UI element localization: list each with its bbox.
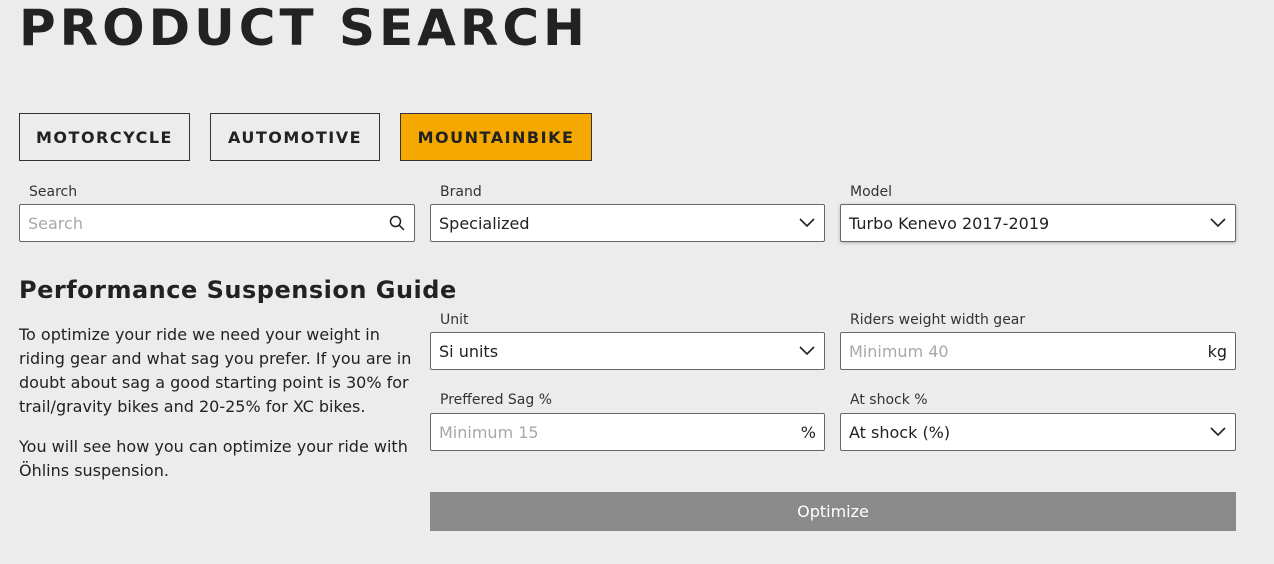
weight-unit-suffix: kg: [1207, 341, 1227, 361]
search-input[interactable]: Search: [28, 214, 388, 233]
model-value: Turbo Kenevo 2017-2019: [849, 213, 1050, 233]
sag-input[interactable]: Minimum 15: [439, 423, 801, 442]
chevron-down-icon: [1209, 423, 1227, 441]
search-label: Search: [29, 184, 78, 200]
brand-value: Specialized: [439, 213, 530, 233]
guide-paragraph-2: You will see how you can optimize your r…: [19, 437, 408, 480]
unit-select[interactable]: Si units: [430, 332, 825, 370]
brand-select[interactable]: Specialized: [430, 204, 825, 242]
weight-field[interactable]: Minimum 40 kg: [840, 332, 1236, 370]
model-label: Model: [850, 184, 893, 200]
brand-label: Brand: [440, 184, 482, 200]
tab-automotive[interactable]: AUTOMOTIVE: [210, 113, 380, 161]
shock-value: At shock (%): [849, 422, 951, 442]
weight-label: Riders weight width gear: [850, 312, 1026, 328]
chevron-down-icon: [798, 214, 816, 232]
search-field[interactable]: Search: [19, 204, 415, 242]
shock-select[interactable]: At shock (%): [840, 413, 1236, 451]
product-search-page: PRODUCT SEARCH MOTORCYCLE AUTOMOTIVE MOU…: [0, 0, 1274, 564]
sag-label: Preffered Sag %: [440, 392, 553, 408]
guide-paragraph-1: To optimize your ride we need your weigh…: [19, 325, 412, 416]
optimize-button[interactable]: Optimize: [430, 492, 1236, 531]
sag-field[interactable]: Minimum 15 %: [430, 413, 825, 451]
sag-unit-suffix: %: [800, 422, 816, 442]
unit-label: Unit: [440, 312, 469, 328]
tab-mountainbike[interactable]: MOUNTAINBIKE: [400, 113, 592, 161]
chevron-down-icon: [798, 342, 816, 360]
chevron-down-icon: [1209, 214, 1227, 232]
tab-motorcycle[interactable]: MOTORCYCLE: [19, 113, 190, 161]
model-select[interactable]: Turbo Kenevo 2017-2019: [840, 204, 1236, 242]
search-icon[interactable]: [388, 214, 406, 232]
weight-input[interactable]: Minimum 40: [849, 342, 1208, 361]
guide-title: Performance Suspension Guide: [19, 276, 457, 304]
shock-label: At shock %: [850, 392, 928, 408]
unit-value: Si units: [439, 341, 499, 361]
page-title: PRODUCT SEARCH: [19, 0, 589, 57]
